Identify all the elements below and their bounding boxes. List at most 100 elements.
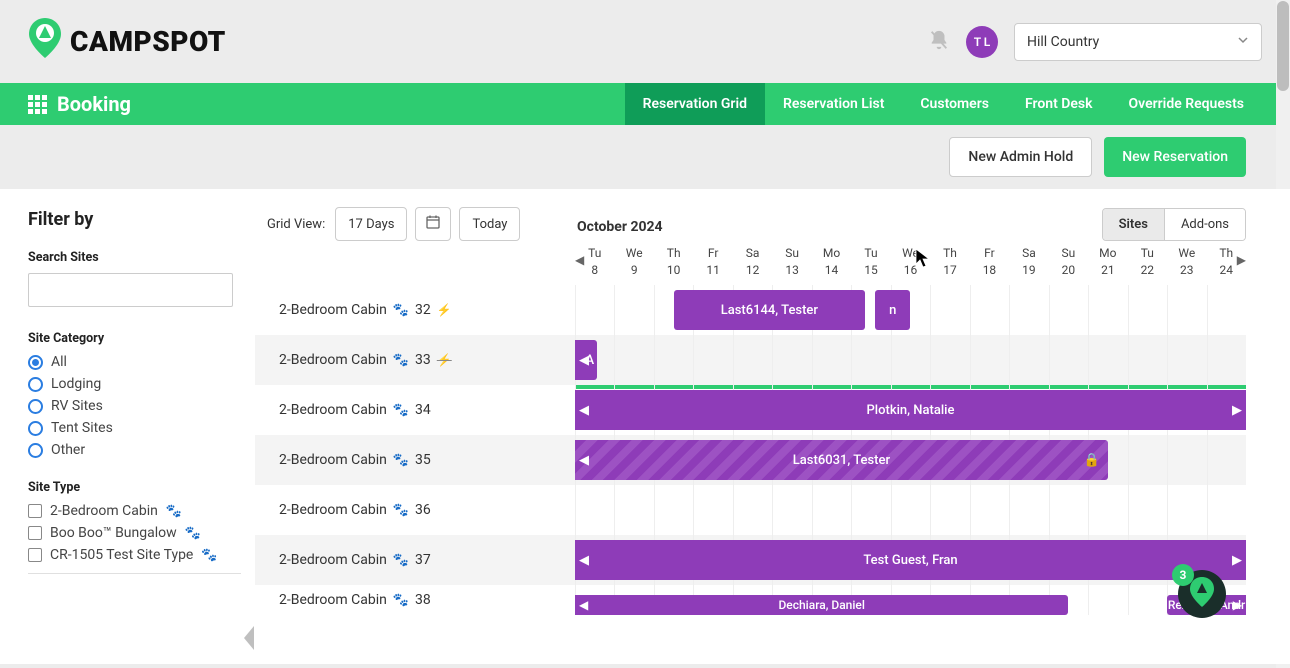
- paw-icon: 🐾: [393, 553, 409, 568]
- apps-grid-icon[interactable]: [28, 95, 47, 114]
- campspot-leaf-icon: [1189, 577, 1215, 611]
- grid-cell[interactable]: [1128, 485, 1167, 535]
- search-sites-input[interactable]: [28, 273, 233, 307]
- grid-cell[interactable]: [1128, 585, 1167, 615]
- grid-cell[interactable]: [575, 285, 614, 335]
- grid-cell[interactable]: [812, 335, 851, 385]
- park-selector[interactable]: Hill Country: [1014, 23, 1262, 61]
- category-rv[interactable]: RV Sites: [28, 398, 241, 414]
- nav-override-requests[interactable]: Override Requests: [1111, 83, 1263, 125]
- grid-cell[interactable]: [1088, 285, 1127, 335]
- grid-cell[interactable]: [970, 285, 1009, 335]
- toggle-sites[interactable]: Sites: [1103, 209, 1164, 240]
- category-lodging[interactable]: Lodging: [28, 376, 241, 392]
- nav-customers[interactable]: Customers: [902, 83, 1007, 125]
- category-tent[interactable]: Tent Sites: [28, 420, 241, 436]
- grid-cell[interactable]: [970, 335, 1009, 385]
- grid-cell[interactable]: [1167, 335, 1206, 385]
- day-header: Th24: [1207, 245, 1246, 279]
- calendar-picker-button[interactable]: [415, 207, 451, 241]
- grid-cell[interactable]: [970, 485, 1009, 535]
- grid-cell[interactable]: [654, 485, 693, 535]
- booking-block[interactable]: n: [875, 290, 911, 330]
- grid-cell[interactable]: [693, 485, 732, 535]
- grid-cell[interactable]: [1128, 285, 1167, 335]
- fab-badge: 3: [1172, 564, 1194, 586]
- grid-cell[interactable]: [772, 485, 811, 535]
- grid-days-header: Tu8We9Th10Fr11Sa12Su13Mo14Tu15We16Th17Fr…: [575, 245, 1246, 279]
- grid-cell[interactable]: [930, 485, 969, 535]
- brand-text: CAMPSPOT: [70, 25, 226, 58]
- grid-cell[interactable]: [891, 335, 930, 385]
- grid-cell[interactable]: [930, 285, 969, 335]
- user-avatar[interactable]: T L: [966, 26, 998, 58]
- grid-cell[interactable]: [812, 485, 851, 535]
- grid-days-button[interactable]: 17 Days: [335, 207, 407, 241]
- nav-reservation-grid[interactable]: Reservation Grid: [625, 83, 765, 125]
- today-button[interactable]: Today: [459, 207, 520, 241]
- booking-block[interactable]: ◀A: [575, 340, 597, 380]
- category-all[interactable]: All: [28, 354, 241, 370]
- grid-cell[interactable]: [1088, 585, 1127, 615]
- type-booboo[interactable]: Boo Boo™ Bungalow🐾: [28, 525, 241, 541]
- type-2bedroom[interactable]: 2-Bedroom Cabin🐾: [28, 503, 241, 519]
- paw-icon: 🐾: [201, 548, 217, 563]
- grid-cell[interactable]: [1207, 435, 1246, 485]
- checkbox-icon: [28, 548, 42, 562]
- type-cr1505[interactable]: CR-1505 Test Site Type🐾: [28, 547, 241, 563]
- grid-cell[interactable]: [851, 335, 890, 385]
- grid-cell[interactable]: [1167, 435, 1206, 485]
- grid-view-label: Grid View:: [267, 217, 325, 232]
- day-header: Mo21: [1088, 245, 1127, 279]
- grid-cell[interactable]: [733, 485, 772, 535]
- booking-block[interactable]: ◀Test Guest, Fran▶: [575, 540, 1246, 580]
- grid-cell[interactable]: [1049, 285, 1088, 335]
- grid-cell[interactable]: [693, 335, 732, 385]
- grid-cell[interactable]: [1009, 335, 1048, 385]
- paw-icon: 🐾: [393, 403, 409, 418]
- sidebar-collapse-handle[interactable]: [242, 624, 256, 656]
- grid-cell[interactable]: [1128, 435, 1167, 485]
- booking-block-locked[interactable]: ◀Last6031, Tester🔒: [575, 440, 1108, 480]
- nav-front-desk[interactable]: Front Desk: [1007, 83, 1111, 125]
- site-row: 2-Bedroom Cabin🐾36: [255, 485, 1246, 535]
- grid-cell[interactable]: [614, 335, 653, 385]
- booking-block[interactable]: Last6144, Tester: [674, 290, 865, 330]
- grid-cell[interactable]: [1009, 285, 1048, 335]
- grid-cell[interactable]: [654, 335, 693, 385]
- booking-block[interactable]: ◀Dechiara, Daniel: [575, 595, 1068, 615]
- grid-cell[interactable]: [1207, 285, 1246, 335]
- nav-section-title: Booking: [28, 92, 131, 116]
- grid-cell[interactable]: [1207, 335, 1246, 385]
- grid-cell[interactable]: [575, 485, 614, 535]
- checkbox-icon: [28, 504, 42, 518]
- new-reservation-button[interactable]: New Reservation: [1104, 137, 1246, 177]
- help-fab[interactable]: 3: [1178, 570, 1226, 618]
- grid-cell[interactable]: [930, 335, 969, 385]
- grid-cell[interactable]: [1207, 485, 1246, 535]
- grid-cell[interactable]: [614, 285, 653, 335]
- toggle-addons[interactable]: Add-ons: [1164, 209, 1245, 240]
- grid-cell[interactable]: [733, 335, 772, 385]
- category-other[interactable]: Other: [28, 442, 241, 458]
- grid-cell[interactable]: [1049, 335, 1088, 385]
- brand-logo: CAMPSPOT: [28, 18, 226, 65]
- nav-reservation-list[interactable]: Reservation List: [765, 83, 902, 125]
- grid-cell[interactable]: [891, 485, 930, 535]
- notifications-bell-icon[interactable]: [928, 29, 950, 55]
- grid-cell[interactable]: [1167, 485, 1206, 535]
- paw-icon: 🐾: [393, 303, 409, 318]
- grid-cell[interactable]: [1167, 285, 1206, 335]
- grid-cell[interactable]: [1088, 485, 1127, 535]
- grid-cell[interactable]: [851, 485, 890, 535]
- grid-cell[interactable]: [1128, 335, 1167, 385]
- new-admin-hold-button[interactable]: New Admin Hold: [949, 137, 1092, 177]
- grid-cell[interactable]: [772, 335, 811, 385]
- grid-cell[interactable]: [1049, 485, 1088, 535]
- grid-cell[interactable]: [1088, 335, 1127, 385]
- booking-block[interactable]: ◀Plotkin, Natalie▶: [575, 390, 1246, 430]
- filter-sidebar: Filter by Search Sites Site Category All…: [0, 189, 255, 664]
- grid-cell[interactable]: [614, 485, 653, 535]
- grid-cell[interactable]: [1009, 485, 1048, 535]
- site-category-label: Site Category: [28, 331, 241, 346]
